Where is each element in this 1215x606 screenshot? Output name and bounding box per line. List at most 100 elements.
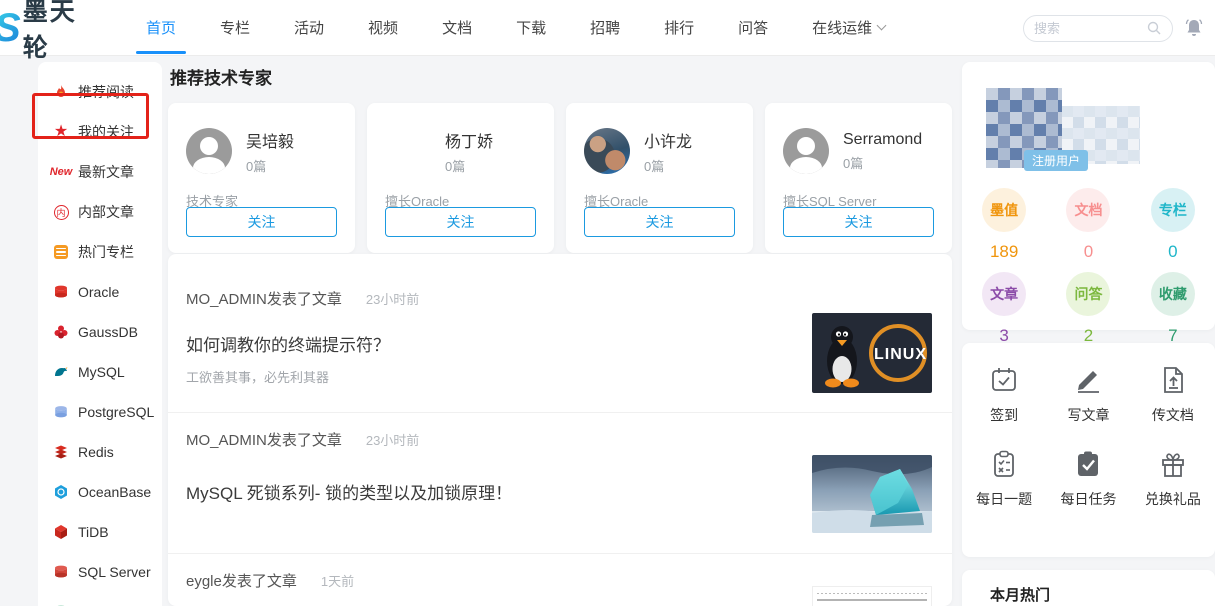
sidebar-item-internal[interactable]: 内 内部文章 <box>52 192 162 232</box>
quick-actions-card: 签到 写文章 传文档 每日一题 每日任务 兑换礼品 <box>962 343 1215 557</box>
feed-author[interactable]: MO_ADMIN发表了文章 <box>186 429 342 450</box>
site-logo[interactable]: S 墨天轮 <box>0 0 102 64</box>
stat-ink-points[interactable]: 墨值 189 <box>962 188 1046 266</box>
sidebar-item-mongodb[interactable]: MongoDB <box>52 592 162 606</box>
follow-button[interactable]: 关注 <box>186 207 337 237</box>
sidebar-item-sqlserver[interactable]: SQL Server <box>52 552 162 592</box>
sidebar-item-gaussdb[interactable]: GaussDB <box>52 312 162 352</box>
sidebar-item-oceanbase[interactable]: OceanBase <box>52 472 162 512</box>
logo-s-icon: S <box>0 8 23 48</box>
action-checkin[interactable]: 签到 <box>962 365 1046 425</box>
feed-time: 1天前 <box>320 574 355 589</box>
action-gift-exchange[interactable]: 兑换礼品 <box>1131 449 1215 509</box>
feed-thumbnail-document[interactable] <box>812 586 932 606</box>
right-column: 注册用户 墨值 189 文档 0 专栏 0 文章 3 问答 2 收藏 7 签到 … <box>962 62 1215 606</box>
expert-article-count: 0篇 <box>644 158 665 174</box>
gift-icon <box>1161 453 1184 477</box>
sidebar-item-oracle[interactable]: Oracle <box>52 272 162 312</box>
search-input[interactable] <box>1034 20 1146 36</box>
feed-item[interactable]: eygle发表了文章 1天前 <box>168 553 952 606</box>
redis-icon <box>52 443 70 461</box>
nav-item-columns[interactable]: 专栏 <box>220 0 250 56</box>
feed-item[interactable]: MO_ADMIN发表了文章 23小时前 MySQL 死锁系列- 锁的类型以及加锁… <box>168 412 952 553</box>
sidebar-item-my-follow[interactable]: ★ 我的关注 <box>52 112 162 152</box>
stat-qa[interactable]: 问答 2 <box>1046 272 1130 350</box>
action-label: 兑换礼品 <box>1144 491 1201 507</box>
expert-name[interactable]: Serramond <box>843 131 922 149</box>
profile-stats: 墨值 189 文档 0 专栏 0 文章 3 问答 2 收藏 7 <box>962 188 1215 350</box>
nav-item-jobs[interactable]: 招聘 <box>590 0 620 56</box>
profile-card: 注册用户 墨值 189 文档 0 专栏 0 文章 3 问答 2 收藏 7 <box>962 62 1215 345</box>
avatar[interactable] <box>385 128 431 174</box>
sidebar-item-hot-columns[interactable]: 热门专栏 <box>52 232 162 272</box>
search-icon <box>1147 21 1161 35</box>
expert-card: 小许龙 0篇 擅长Oracle 关注 <box>566 103 753 253</box>
action-write-article[interactable]: 写文章 <box>1046 365 1130 425</box>
action-daily-question[interactable]: 每日一题 <box>962 449 1046 509</box>
tidb-icon <box>52 523 70 541</box>
stat-label: 收藏 <box>1150 272 1195 316</box>
stat-columns[interactable]: 专栏 0 <box>1131 188 1215 266</box>
gaussdb-icon <box>52 323 70 341</box>
action-upload-doc[interactable]: 传文档 <box>1131 365 1215 425</box>
sidebar-item-redis[interactable]: Redis <box>52 432 162 472</box>
expert-name[interactable]: 吴培毅 <box>246 128 294 152</box>
nav-item-online-ops[interactable]: 在线运维 <box>812 0 887 56</box>
stat-label: 文档 <box>1066 188 1111 232</box>
follow-button[interactable]: 关注 <box>783 207 934 237</box>
expert-name[interactable]: 小许龙 <box>644 128 692 152</box>
stat-articles[interactable]: 文章 3 <box>962 272 1046 350</box>
nav-item-docs[interactable]: 文档 <box>442 0 472 56</box>
action-label: 传文档 <box>1151 407 1194 423</box>
sidebar-item-mysql[interactable]: MySQL <box>52 352 162 392</box>
monthly-hot-title: 本月热门 <box>990 587 1051 604</box>
expert-tagline: 技术专家 <box>186 194 239 209</box>
action-label: 写文章 <box>1067 407 1110 423</box>
stat-value: 3 <box>999 326 1009 345</box>
action-label: 每日任务 <box>1060 491 1117 507</box>
notification-bell-icon[interactable] <box>1183 17 1205 39</box>
nav-links: 首页 专栏 活动 视频 文档 下载 招聘 排行 问答 在线运维 <box>124 0 907 56</box>
sidebar-item-label: Oracle <box>78 284 120 300</box>
stat-label: 墨值 <box>982 188 1027 232</box>
sidebar-item-tidb[interactable]: TiDB <box>52 512 162 552</box>
stat-value: 7 <box>1168 326 1178 345</box>
top-navbar: S 墨天轮 首页 专栏 活动 视频 文档 下载 招聘 排行 问答 在线运维 <box>0 0 1215 62</box>
main-content: 推荐技术专家 吴培毅 0篇 技术专家 关注 杨丁娇 0篇 擅长Oracle 关注… <box>168 62 952 606</box>
expert-name[interactable]: 杨丁娇 <box>445 128 493 152</box>
user-role-badge: 注册用户 <box>1024 150 1089 171</box>
expert-tagline: 擅长Oracle <box>385 194 450 209</box>
sidebar-item-label: 热门专栏 <box>78 244 134 260</box>
sidebar-item-latest[interactable]: New 最新文章 <box>50 152 162 192</box>
stat-favorites[interactable]: 收藏 7 <box>1131 272 1215 350</box>
sqlserver-icon <box>52 563 70 581</box>
sidebar-item-recommended[interactable]: 推荐阅读 <box>52 72 162 112</box>
sidebar-item-label: 推荐阅读 <box>78 84 134 100</box>
nav-item-downloads[interactable]: 下载 <box>516 0 546 56</box>
follow-button[interactable]: 关注 <box>385 207 536 237</box>
nav-item-ranking[interactable]: 排行 <box>664 0 694 56</box>
avatar[interactable] <box>186 128 232 174</box>
search-box[interactable] <box>1023 14 1173 42</box>
action-label: 每日一题 <box>976 491 1033 507</box>
action-daily-task[interactable]: 每日任务 <box>1046 449 1130 509</box>
nav-item-videos[interactable]: 视频 <box>368 0 398 56</box>
nav-item-qa[interactable]: 问答 <box>738 0 768 56</box>
expert-card: 杨丁娇 0篇 擅长Oracle 关注 <box>367 103 554 253</box>
chevron-down-icon <box>876 20 887 31</box>
avatar[interactable] <box>783 128 829 174</box>
feed-author[interactable]: MO_ADMIN发表了文章 <box>186 288 342 309</box>
avatar[interactable] <box>584 128 630 174</box>
sidebar-item-postgresql[interactable]: PostgreSQL <box>52 392 162 432</box>
follow-button[interactable]: 关注 <box>584 207 735 237</box>
stat-value: 0 <box>1083 242 1094 261</box>
feed-author[interactable]: eygle发表了文章 <box>186 570 297 591</box>
sidebar-item-label: MySQL <box>78 364 125 380</box>
feed-thumbnail-linux[interactable]: LINUX <box>812 313 932 393</box>
stat-documents[interactable]: 文档 0 <box>1046 188 1130 266</box>
nav-item-events[interactable]: 活动 <box>294 0 324 56</box>
feed-item[interactable]: MO_ADMIN发表了文章 23小时前 如何调教你的终端提示符？ 工欲善其事，必… <box>168 254 952 412</box>
nav-item-home[interactable]: 首页 <box>135 0 187 56</box>
feed-thumbnail-iceberg[interactable] <box>812 455 932 533</box>
sidebar-item-label: 我的关注 <box>78 124 134 140</box>
